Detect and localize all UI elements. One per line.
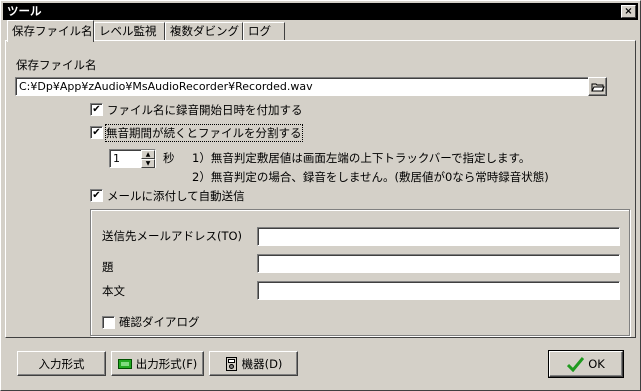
note-no-record: 2）無音判定の場合、録音をしません。(敷居値が0なら常時録音状態) [192, 170, 549, 184]
mail-subject-label: 題 [102, 260, 114, 274]
title-bar: ツール × [3, 3, 638, 20]
browse-button[interactable] [588, 77, 607, 96]
input-format-button[interactable]: 入力形式 [17, 351, 106, 376]
email-send-label: メールに添付して自動送信 [107, 189, 245, 203]
mail-body-label: 本文 [102, 284, 125, 298]
input-format-label: 入力形式 [38, 356, 85, 371]
add-datetime-label: ファイル名に録音開始日時を付加する [107, 103, 303, 117]
tab-label: レベル監視 [99, 24, 157, 38]
tab-log[interactable]: ログ [243, 22, 285, 40]
note-threshold: 1）無音判定敷居値は画面左端の上下トラックバーで指定します。 [192, 151, 531, 165]
tool-dialog: ツール × 保存ファイル名 レベル監視 複数ダビング ログ 保存ファイル名 C:… [0, 0, 641, 391]
spin-down-button[interactable]: ▼ [141, 159, 155, 168]
save-path-field[interactable]: C:¥Dp¥App¥zAudio¥MsAudioRecorder¥Recorde… [15, 77, 607, 96]
split-silence-label: 無音期間が続くとファイルを分割する [105, 124, 303, 142]
spin-up-button[interactable]: ▲ [141, 150, 155, 159]
check-icon [567, 356, 585, 372]
folder-open-icon [590, 83, 605, 91]
add-datetime-checkbox[interactable]: ✔ [90, 103, 103, 116]
tab-level-monitor[interactable]: レベル監視 [94, 22, 165, 40]
email-send-checkbox[interactable]: ✔ [90, 189, 103, 202]
devices-button[interactable]: 機器(D) [209, 351, 298, 376]
window-title: ツール [7, 4, 42, 18]
mail-body-field[interactable] [257, 281, 620, 300]
ok-button[interactable]: OK [548, 350, 624, 378]
tab-save-filename[interactable]: 保存ファイル名 [7, 20, 94, 42]
tab-label: ログ [248, 24, 271, 38]
mail-to-label: 送信先メールアドレス(TO) [102, 229, 243, 243]
save-filename-label: 保存ファイル名 [16, 58, 97, 72]
confirm-dialog-checkbox[interactable] [102, 316, 115, 329]
close-icon: × [624, 6, 633, 17]
split-silence-checkbox[interactable]: ✔ [90, 126, 103, 139]
seconds-unit-label: 秒 [163, 151, 175, 165]
output-format-button[interactable]: 出力形式(F) [111, 351, 204, 376]
close-button[interactable]: × [621, 5, 636, 18]
ok-label: OK [588, 357, 605, 371]
mail-subject-field[interactable] [257, 254, 620, 273]
output-format-icon [117, 358, 132, 369]
device-icon [225, 356, 237, 371]
output-format-label: 出力形式(F) [135, 356, 198, 371]
tab-label: 複数ダビング [170, 24, 239, 38]
devices-label: 機器(D) [241, 356, 283, 371]
tab-multi-dubbing[interactable]: 複数ダビング [165, 22, 243, 40]
confirm-dialog-label: 確認ダイアログ [119, 315, 200, 329]
tab-label: 保存ファイル名 [12, 24, 93, 38]
mail-to-field[interactable] [257, 227, 620, 246]
